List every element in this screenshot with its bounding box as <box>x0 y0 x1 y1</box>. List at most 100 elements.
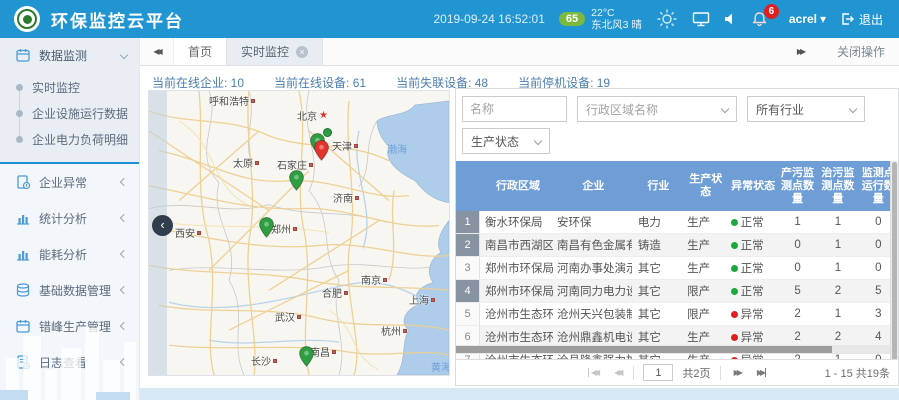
map-pin-green[interactable] <box>299 346 314 372</box>
city-label-南京: 南京 <box>361 272 387 287</box>
monitor-icon[interactable] <box>692 11 710 27</box>
cell-company: 河南同力电力设备公司 <box>553 283 632 299</box>
cell-zf: 1 <box>817 262 858 274</box>
table-row[interactable]: 4郑州市环保局河南同力电力设备公司其它限产正常525 <box>456 280 898 303</box>
city-marker-icon <box>197 231 201 235</box>
city-label-合肥: 合肥 <box>322 285 348 300</box>
calendar-icon <box>16 319 30 333</box>
cell-industry: 铸造 <box>632 237 681 253</box>
column-header-产污监测点数量: 产污监测点数量 <box>778 167 817 206</box>
table-row[interactable]: 2南昌市西湖区环保局南昌有色金属有限公司铸造生产正常010 <box>456 234 898 257</box>
sidebar-item-企业设施运行数据[interactable]: 企业设施运行数据 <box>0 100 139 126</box>
cell-region: 郑州市环保局 <box>480 260 553 276</box>
horizontal-scrollbar[interactable] <box>456 345 890 354</box>
logout-icon <box>840 12 854 26</box>
status-dot-icon <box>731 265 738 272</box>
cell-prod: 限产 <box>681 306 726 322</box>
cell-prod: 限产 <box>681 283 726 299</box>
chevron-left-icon <box>120 286 128 294</box>
city-label-呼和浩特: 呼和浩特 <box>209 93 255 108</box>
column-header-行业: 行业 <box>632 180 681 193</box>
vertical-scrollbar[interactable] <box>890 161 898 373</box>
cell-region: 衡水环保局 <box>480 214 553 230</box>
sea-label-渤海: 渤海 <box>387 141 407 156</box>
cell-industry: 其它 <box>632 306 681 322</box>
cell-cf: 2 <box>778 331 817 343</box>
sidebar-item-企业异常[interactable]: 企业异常 <box>0 164 139 200</box>
page-title: 环保监控云平台 <box>51 7 184 32</box>
stat-item: 当前在线企业: 10 <box>152 74 244 91</box>
speaker-mute-icon[interactable] <box>724 12 738 26</box>
close-tab-icon[interactable]: × <box>296 46 308 58</box>
horizontal-scrollbar-thumb[interactable] <box>456 346 832 353</box>
bullet-dot-icon <box>16 136 23 143</box>
caret-down-icon: ▾ <box>820 12 826 26</box>
scroll-tabs-left-icon[interactable]: ◀◀ <box>140 38 174 65</box>
cell-cf: 0 <box>778 262 817 274</box>
map-pin-green[interactable] <box>259 217 274 243</box>
table-row[interactable]: 3郑州市环保局河南办事处演示其它生产正常010 <box>456 257 898 280</box>
notification-count-badge[interactable]: 6 <box>764 4 779 19</box>
chevron-left-icon <box>120 250 128 258</box>
collapse-panel-button[interactable]: ‹ <box>152 215 173 236</box>
name-search-input[interactable] <box>462 96 567 122</box>
cell-cf: 1 <box>778 216 817 228</box>
city-marker-icon <box>309 163 313 167</box>
city-marker-icon <box>251 99 255 103</box>
close-operations-menu[interactable]: 关闭操作 <box>837 43 885 60</box>
prev-page-button[interactable]: ◀◀ <box>610 368 624 377</box>
logout-button[interactable]: 退出 <box>840 11 883 28</box>
cell-prod: 生产 <box>681 214 726 230</box>
cell-industry: 其它 <box>632 260 681 276</box>
first-page-button[interactable]: ◀◀ <box>588 368 601 377</box>
weather-text: 22°C东北风3 晴 <box>591 7 642 31</box>
region-select[interactable]: 行政区域名称 <box>577 96 737 122</box>
cell-zf: 1 <box>817 216 858 228</box>
cell-company: 河南办事处演示 <box>553 260 632 276</box>
next-page-button[interactable]: ▶▶ <box>730 368 744 377</box>
user-menu[interactable]: acrel ▾ <box>789 12 826 26</box>
cell-zf: 2 <box>817 331 858 343</box>
map-pin-red[interactable] <box>314 140 329 166</box>
column-header-企业: 企业 <box>553 180 632 193</box>
vertical-scrollbar-thumb[interactable] <box>892 162 897 366</box>
table-row[interactable]: 1衡水环保局安环保电力生产正常110 <box>456 211 898 234</box>
city-marker-icon <box>332 350 336 354</box>
sidebar-item-基础数据管理[interactable]: 基础数据管理 <box>0 272 139 308</box>
chevron-down-icon <box>534 137 542 145</box>
city-marker-icon <box>297 315 301 319</box>
stat-item: 当前在线设备: 61 <box>274 74 366 91</box>
tab-strip: 首页实时监控× <box>174 38 323 65</box>
status-cell: 正常 <box>727 260 778 276</box>
map-pin-green[interactable] <box>289 170 304 196</box>
industry-select[interactable]: 所有行业 <box>747 96 865 122</box>
tab-首页[interactable]: 首页 <box>174 38 227 65</box>
sidebar-item-实时监控[interactable]: 实时监控 <box>0 74 139 100</box>
sidebar-item-企业电力负荷明细[interactable]: 企业电力负荷明细 <box>0 126 139 152</box>
sidebar-item-统计分析[interactable]: 统计分析 <box>0 200 139 236</box>
status-dot-icon <box>731 311 738 318</box>
notification-bell-icon[interactable]: 6 <box>752 11 767 27</box>
pagination-bar: ◀◀ ◀◀ 共2页 ▶▶ ▶▶ 1 - 15 共19条 <box>456 359 898 385</box>
tab-实时监控[interactable]: 实时监控× <box>227 38 323 65</box>
scroll-tabs-right-icon[interactable]: ▶▶ <box>783 47 817 56</box>
last-page-button[interactable]: ▶▶ <box>753 368 766 377</box>
city-marker-icon <box>293 227 297 231</box>
production-status-select[interactable]: 生产状态 <box>462 128 550 154</box>
page-number-input[interactable] <box>643 364 673 381</box>
row-number: 5 <box>456 303 480 325</box>
city-marker-icon <box>344 291 348 295</box>
sea-label-黄海: 黄海 <box>431 359 450 374</box>
city-marker-icon <box>383 278 387 282</box>
city-marker-icon <box>403 329 407 333</box>
sidebar-group-header[interactable]: 数据监测 <box>0 38 139 72</box>
sidebar-item-日志查看[interactable]: 日志查看 <box>0 344 139 380</box>
city-marker-icon <box>355 196 359 200</box>
map-panel[interactable]: 呼和浩特北京★天津渤海太原石家庄济南西安郑州南京合肥上海武汉杭州长沙南昌黄海 ‹ <box>148 90 450 376</box>
status-cell: 异常 <box>727 329 778 345</box>
table-row[interactable]: 5沧州市生态环保局沧州天兴包装制品公司其它限产异常213 <box>456 303 898 326</box>
city-label-杭州: 杭州 <box>381 323 407 338</box>
app-window: 环保监控云平台 2019-09-24 16:52:01 65 22°C东北风3 … <box>0 0 899 400</box>
sidebar-item-错峰生产管理[interactable]: 错峰生产管理 <box>0 308 139 344</box>
sidebar-item-能耗分析[interactable]: 能耗分析 <box>0 236 139 272</box>
